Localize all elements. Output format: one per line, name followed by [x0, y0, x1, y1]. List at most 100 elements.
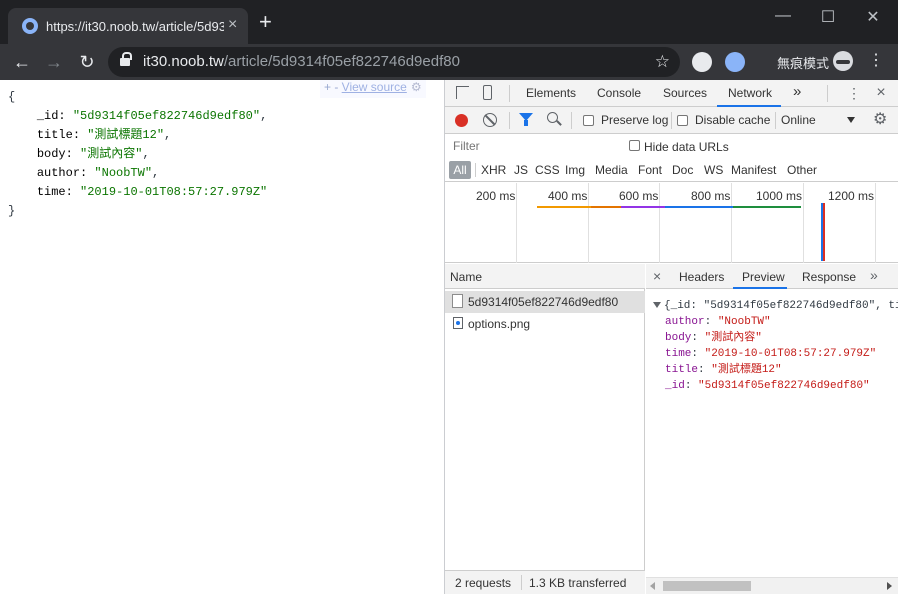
more-tabs-button[interactable]: »	[793, 83, 801, 100]
chevron-down-icon[interactable]	[847, 117, 855, 123]
filter-icon[interactable]	[519, 113, 533, 126]
horizontal-scrollbar[interactable]	[646, 577, 898, 594]
tab-close-button[interactable]: ×	[228, 16, 237, 34]
type-filter-img[interactable]: Img	[565, 163, 585, 177]
preview-colon: :	[691, 332, 705, 344]
scroll-right-icon[interactable]	[887, 582, 892, 590]
tab-network[interactable]: Network	[728, 86, 772, 100]
back-button[interactable]: ←	[10, 51, 34, 73]
search-icon[interactable]	[547, 112, 558, 123]
preserve-log-checkbox[interactable]	[583, 115, 594, 126]
preview-field-row: title: "測試標題12"	[653, 362, 898, 378]
json-punct: ,	[152, 166, 160, 180]
tab-sources[interactable]: Sources	[663, 86, 707, 100]
browser-menu-icon[interactable]: ⋮	[868, 50, 884, 70]
settings-gear-icon[interactable]: ⚙	[873, 112, 887, 128]
scrollbar-thumb[interactable]	[663, 581, 751, 591]
preview-field-row: time: "2019-10-01T08:57:27.979Z"	[653, 346, 898, 362]
network-overview-timeline[interactable]: 200 ms 400 ms 600 ms 800 ms 1000 ms 1200…	[445, 183, 898, 263]
extension-shield-icon[interactable]	[725, 52, 745, 72]
extension-icon[interactable]	[692, 52, 712, 72]
url-text[interactable]: it30.noob.tw/article/5d9314f05ef822746d9…	[143, 53, 460, 70]
preview-colon: :	[691, 348, 705, 360]
preview-value: "NoobTW"	[717, 316, 771, 328]
window-close-icon[interactable]: ✕	[858, 7, 888, 27]
type-filter-manifest[interactable]: Manifest	[731, 163, 776, 177]
minimize-icon[interactable]: —	[768, 7, 798, 25]
type-filter-css[interactable]: CSS	[535, 163, 560, 177]
timeline-tick: 1000 ms	[756, 189, 803, 203]
network-status-bar: 2 requests 1.3 KB transferred	[445, 570, 645, 594]
expand-triangle-icon[interactable]	[653, 302, 661, 308]
json-punct: {	[8, 90, 16, 104]
disable-cache-checkbox[interactable]	[677, 115, 688, 126]
tab-preview[interactable]: Preview	[742, 270, 785, 284]
request-list: Name 5d9314f05ef822746d9edf80 options.pn…	[445, 264, 645, 594]
device-toolbar-icon[interactable]	[483, 85, 492, 100]
json-body: { _id: "5d9314f05ef822746d9edf80", title…	[8, 88, 267, 221]
reload-button[interactable]: ↻	[75, 51, 99, 73]
filter-input[interactable]: Filter	[449, 137, 613, 155]
devtools-close-button[interactable]: ×	[873, 85, 889, 101]
active-tab-indicator	[733, 287, 787, 289]
inspect-element-icon[interactable]	[456, 86, 469, 99]
resource-type-filters: All XHR JS CSS Img Media Font Doc WS Man…	[445, 158, 898, 182]
preview-root-row[interactable]: {_id: "5d9314f05ef822746d9edf80", ti	[653, 298, 898, 314]
more-tabs-button[interactable]: »	[870, 267, 878, 283]
type-filter-xhr[interactable]: XHR	[481, 163, 506, 177]
preview-field-row: body: "測試內容"	[653, 330, 898, 346]
type-filter-all[interactable]: All	[449, 161, 471, 179]
toolbar-separator	[671, 112, 672, 129]
incognito-icon[interactable]	[833, 51, 853, 71]
preview-value: "測試內容"	[704, 332, 762, 344]
hide-data-urls-label: Hide data URLs	[644, 140, 729, 154]
grid-line	[659, 183, 660, 263]
json-line: title: "測試標題12",	[8, 126, 267, 145]
lock-icon[interactable]	[120, 52, 132, 67]
browser-tab[interactable]: https://it30.noob.tw/article/5d9314f05ef…	[8, 8, 248, 44]
json-line: author: "NoobTW",	[8, 164, 267, 183]
hide-data-urls-checkbox[interactable]	[629, 140, 640, 151]
json-value: "NoobTW"	[94, 166, 153, 180]
address-bar[interactable]: it30.noob.tw/article/5d9314f05ef822746d9…	[108, 47, 680, 77]
request-name: options.png	[468, 317, 531, 331]
tab-headers[interactable]: Headers	[679, 270, 724, 284]
json-line: time: "2019-10-01T08:57:27.979Z"	[8, 183, 267, 202]
json-key: time:	[36, 185, 81, 199]
type-filter-js[interactable]: JS	[514, 163, 528, 177]
request-row[interactable]: 5d9314f05ef822746d9edf80	[445, 291, 645, 313]
request-row[interactable]: options.png	[445, 313, 645, 335]
json-viewer-toolbar: + - View source ⚙	[320, 80, 426, 98]
maximize-icon[interactable]: ☐	[813, 7, 843, 27]
forward-button[interactable]: →	[42, 51, 66, 73]
type-filter-doc[interactable]: Doc	[672, 163, 693, 177]
filter-row: Filter Hide data URLs	[445, 134, 898, 158]
waterfall-bar	[621, 206, 665, 208]
details-close-button[interactable]: ×	[653, 268, 661, 284]
name-column-header[interactable]: Name	[445, 264, 645, 289]
tab-elements[interactable]: Elements	[526, 86, 576, 100]
grid-line	[803, 183, 804, 263]
json-value: "測試標題12"	[87, 128, 165, 142]
throttling-select[interactable]: Online	[781, 113, 816, 127]
waterfall-bar	[733, 206, 801, 208]
gear-icon[interactable]: ⚙	[411, 80, 422, 94]
type-filter-ws[interactable]: WS	[704, 163, 723, 177]
tab-console[interactable]: Console	[597, 86, 641, 100]
preview-colon: :	[704, 316, 718, 328]
type-filter-font[interactable]: Font	[638, 163, 662, 177]
devtools-menu-icon[interactable]: ⋮	[846, 85, 862, 101]
network-toolbar: Preserve log Disable cache Online ⚙	[445, 107, 898, 134]
tab-response[interactable]: Response	[802, 270, 856, 284]
new-tab-button[interactable]: +	[259, 11, 272, 33]
type-filter-media[interactable]: Media	[595, 163, 628, 177]
view-source-link[interactable]: View source	[342, 80, 407, 94]
clear-icon[interactable]	[483, 113, 497, 127]
type-filter-other[interactable]: Other	[787, 163, 817, 177]
bookmark-star-icon[interactable]: ☆	[655, 52, 670, 72]
expand-collapse-toggles[interactable]: + -	[324, 80, 342, 94]
record-icon[interactable]	[455, 114, 468, 127]
request-count: 2 requests	[455, 576, 512, 590]
scroll-left-icon[interactable]	[650, 582, 655, 590]
toolbar-separator	[509, 112, 510, 129]
